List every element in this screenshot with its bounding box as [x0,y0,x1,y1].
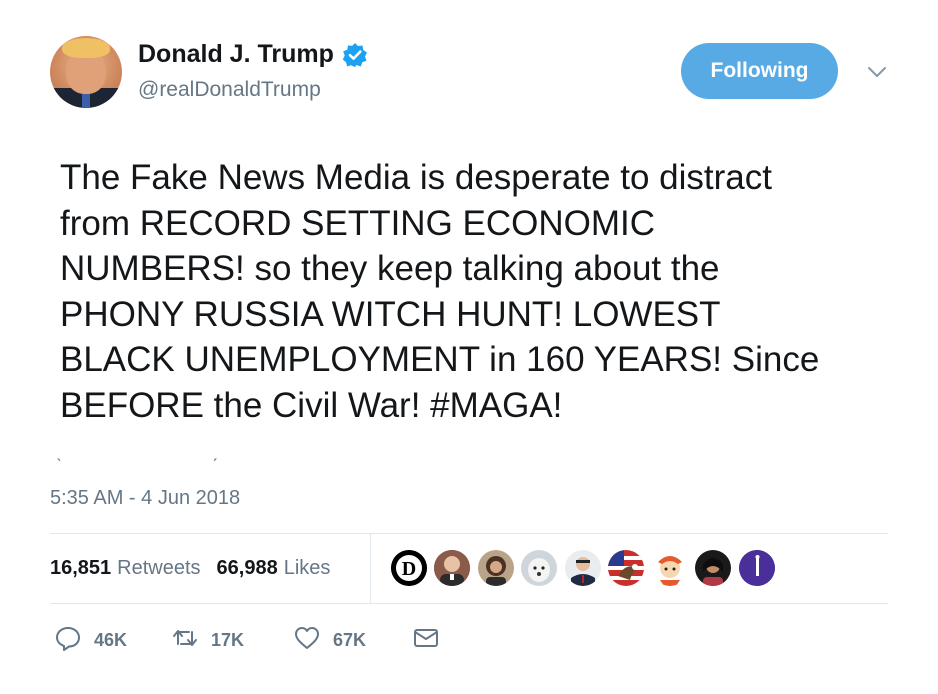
avatar-hair [62,38,110,58]
verified-badge-icon [342,42,368,68]
tweet-line: NUMBERS! so they keep talking about the [60,249,720,288]
reply-icon [54,624,82,657]
tweet-line: from RECORD SETTING ECONOMIC [60,203,656,243]
tweet-timestamp[interactable]: 5:35 AM - 4 Jun 2018 [50,487,240,510]
tweet-line: BEFORE the Civil War! #MAGA! [60,385,563,425]
tweet-line: The Fake News Media is desperate to dist… [60,158,772,197]
svg-text:D: D [402,558,416,580]
like-button[interactable]: 67K [293,624,366,657]
person-avatar[interactable] [478,550,514,586]
detroit-d-logo[interactable]: D [391,550,427,586]
chevron-down-icon[interactable] [865,62,889,82]
profile-avatar[interactable] [50,36,122,108]
cartoon-avatar[interactable] [652,550,688,586]
tweet-stats: 16,851 Retweets 66,988 Likes [50,557,346,580]
dog-avatar[interactable] [521,550,557,586]
direct-message-button[interactable] [412,624,440,657]
retweet-icon [171,624,199,657]
tick-mark: ˋ [56,456,62,476]
person-avatar[interactable] [565,550,601,586]
tweet-line: BLACK UNEMPLOYMENT in 160 YEARS! Since [60,340,820,379]
divider [50,603,888,604]
tweet-line: PHONY RUSSIA WITCH HUNT! LOWEST [60,294,721,334]
likes-label: Likes [283,557,331,579]
tick-mark: ˊ [212,456,218,476]
reply-count: 46K [94,630,128,650]
person-avatar[interactable] [434,550,470,586]
retweets-count: 16,851 [50,557,112,579]
avatar-tie [82,92,90,108]
person-avatar[interactable] [695,550,731,586]
divider [50,533,888,534]
user-handle[interactable]: @realDonaldTrump [138,78,321,102]
heart-icon [293,624,321,657]
user-display-name[interactable]: Donald J. Trump [138,40,334,69]
eagle-flag-avatar[interactable] [608,550,644,586]
retweets-label: Retweets [117,557,201,579]
retweets-stat[interactable]: 16,851 Retweets [50,557,201,580]
tweet-text: The Fake News Media is desperate to dist… [60,155,900,428]
like-count: 67K [333,630,367,650]
likes-count: 66,988 [216,557,278,579]
envelope-icon [412,624,440,657]
retweet-button[interactable]: 17K [171,624,244,657]
following-button[interactable]: Following [681,43,838,99]
silhouette-avatar[interactable] [739,550,775,586]
reply-button[interactable]: 46K [54,624,127,657]
likes-stat[interactable]: 66,988 Likes [217,557,331,580]
retweet-count: 17K [211,630,245,650]
user-name-row: Donald J. Trump [138,40,368,69]
divider [370,534,371,603]
